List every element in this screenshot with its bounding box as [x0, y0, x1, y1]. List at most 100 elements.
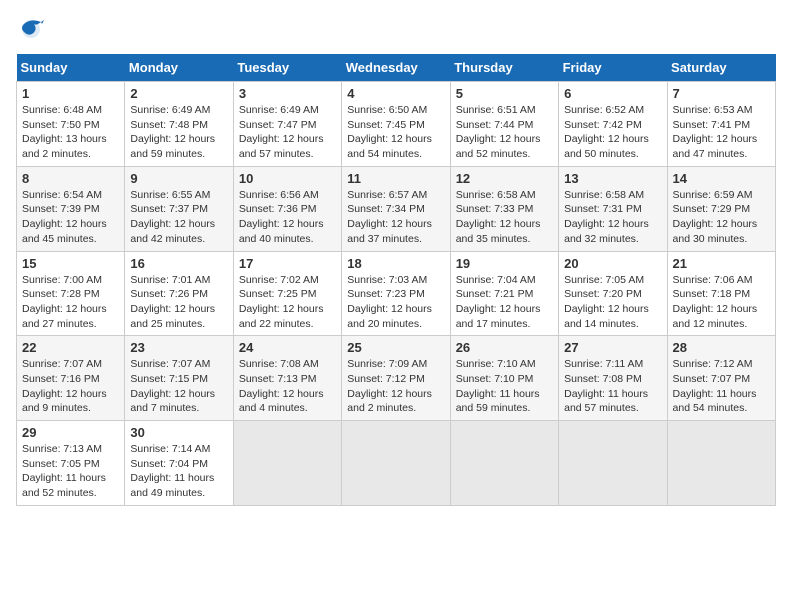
- day-info: Sunrise: 7:00 AMSunset: 7:28 PMDaylight:…: [22, 273, 119, 332]
- logo: [16, 16, 50, 44]
- day-number: 16: [130, 256, 227, 271]
- day-number: 13: [564, 171, 661, 186]
- calendar-cell: 18 Sunrise: 7:03 AMSunset: 7:23 PMDayligh…: [342, 251, 450, 336]
- weekday-header-saturday: Saturday: [667, 54, 775, 82]
- calendar-cell: 28 Sunrise: 7:12 AMSunset: 7:07 PMDayligh…: [667, 336, 775, 421]
- logo-bird-icon: [16, 16, 46, 44]
- calendar-cell: 10 Sunrise: 6:56 AMSunset: 7:36 PMDayligh…: [233, 166, 341, 251]
- calendar-cell: 15Sunrise: 7:00 AMSunset: 7:28 PMDayligh…: [17, 251, 125, 336]
- calendar-cell: 3 Sunrise: 6:49 AMSunset: 7:47 PMDaylight…: [233, 82, 341, 167]
- calendar-cell: 30 Sunrise: 7:14 AMSunset: 7:04 PMDayligh…: [125, 421, 233, 506]
- calendar-cell: 26 Sunrise: 7:10 AMSunset: 7:10 PMDayligh…: [450, 336, 558, 421]
- day-number: 3: [239, 86, 336, 101]
- calendar-cell: [342, 421, 450, 506]
- day-number: 24: [239, 340, 336, 355]
- day-info: Sunrise: 6:57 AMSunset: 7:34 PMDaylight:…: [347, 188, 444, 247]
- calendar-cell: 9 Sunrise: 6:55 AMSunset: 7:37 PMDaylight…: [125, 166, 233, 251]
- day-info: Sunrise: 7:05 AMSunset: 7:20 PMDaylight:…: [564, 273, 661, 332]
- day-number: 12: [456, 171, 553, 186]
- day-info: Sunrise: 7:13 AMSunset: 7:05 PMDaylight:…: [22, 442, 119, 501]
- day-number: 27: [564, 340, 661, 355]
- page-header: [16, 16, 776, 44]
- day-number: 2: [130, 86, 227, 101]
- calendar-cell: [667, 421, 775, 506]
- day-info: Sunrise: 6:55 AMSunset: 7:37 PMDaylight:…: [130, 188, 227, 247]
- day-info: Sunrise: 6:48 AMSunset: 7:50 PMDaylight:…: [22, 103, 119, 162]
- day-number: 30: [130, 425, 227, 440]
- day-info: Sunrise: 6:53 AMSunset: 7:41 PMDaylight:…: [673, 103, 770, 162]
- calendar-cell: 27 Sunrise: 7:11 AMSunset: 7:08 PMDayligh…: [559, 336, 667, 421]
- day-number: 8: [22, 171, 119, 186]
- day-number: 14: [673, 171, 770, 186]
- day-number: 5: [456, 86, 553, 101]
- day-info: Sunrise: 6:49 AMSunset: 7:47 PMDaylight:…: [239, 103, 336, 162]
- day-info: Sunrise: 7:04 AMSunset: 7:21 PMDaylight:…: [456, 273, 553, 332]
- day-info: Sunrise: 6:49 AMSunset: 7:48 PMDaylight:…: [130, 103, 227, 162]
- day-info: Sunrise: 6:56 AMSunset: 7:36 PMDaylight:…: [239, 188, 336, 247]
- calendar-cell: 11 Sunrise: 6:57 AMSunset: 7:34 PMDayligh…: [342, 166, 450, 251]
- calendar-cell: 13 Sunrise: 6:58 AMSunset: 7:31 PMDayligh…: [559, 166, 667, 251]
- calendar-cell: 16 Sunrise: 7:01 AMSunset: 7:26 PMDayligh…: [125, 251, 233, 336]
- day-number: 28: [673, 340, 770, 355]
- day-number: 10: [239, 171, 336, 186]
- day-number: 9: [130, 171, 227, 186]
- day-info: Sunrise: 6:59 AMSunset: 7:29 PMDaylight:…: [673, 188, 770, 247]
- calendar-cell: 1 Sunrise: 6:48 AMSunset: 7:50 PMDaylight…: [17, 82, 125, 167]
- weekday-header-friday: Friday: [559, 54, 667, 82]
- day-info: Sunrise: 7:03 AMSunset: 7:23 PMDaylight:…: [347, 273, 444, 332]
- weekday-header-wednesday: Wednesday: [342, 54, 450, 82]
- calendar-week-0: 1 Sunrise: 6:48 AMSunset: 7:50 PMDaylight…: [17, 82, 776, 167]
- calendar-cell: 29 Sunrise: 7:13 AMSunset: 7:05 PMDayligh…: [17, 421, 125, 506]
- day-number: 25: [347, 340, 444, 355]
- calendar-cell: [233, 421, 341, 506]
- day-number: 4: [347, 86, 444, 101]
- calendar-cell: 23Sunrise: 7:07 AMSunset: 7:15 PMDayligh…: [125, 336, 233, 421]
- calendar-cell: 19 Sunrise: 7:04 AMSunset: 7:21 PMDayligh…: [450, 251, 558, 336]
- calendar-week-2: 15Sunrise: 7:00 AMSunset: 7:28 PMDayligh…: [17, 251, 776, 336]
- calendar-cell: 4 Sunrise: 6:50 AMSunset: 7:45 PMDaylight…: [342, 82, 450, 167]
- day-info: Sunrise: 6:52 AMSunset: 7:42 PMDaylight:…: [564, 103, 661, 162]
- day-info: Sunrise: 7:06 AMSunset: 7:18 PMDaylight:…: [673, 273, 770, 332]
- calendar-cell: 20 Sunrise: 7:05 AMSunset: 7:20 PMDayligh…: [559, 251, 667, 336]
- weekday-header-monday: Monday: [125, 54, 233, 82]
- calendar-table: SundayMondayTuesdayWednesdayThursdayFrid…: [16, 54, 776, 506]
- calendar-cell: 17 Sunrise: 7:02 AMSunset: 7:25 PMDayligh…: [233, 251, 341, 336]
- calendar-week-1: 8 Sunrise: 6:54 AMSunset: 7:39 PMDaylight…: [17, 166, 776, 251]
- calendar-cell: 24 Sunrise: 7:08 AMSunset: 7:13 PMDayligh…: [233, 336, 341, 421]
- day-number: 11: [347, 171, 444, 186]
- day-info: Sunrise: 7:01 AMSunset: 7:26 PMDaylight:…: [130, 273, 227, 332]
- day-number: 26: [456, 340, 553, 355]
- day-info: Sunrise: 6:54 AMSunset: 7:39 PMDaylight:…: [22, 188, 119, 247]
- day-info: Sunrise: 7:02 AMSunset: 7:25 PMDaylight:…: [239, 273, 336, 332]
- day-info: Sunrise: 6:50 AMSunset: 7:45 PMDaylight:…: [347, 103, 444, 162]
- day-number: 29: [22, 425, 119, 440]
- day-number: 23: [130, 340, 227, 355]
- calendar-cell: 14 Sunrise: 6:59 AMSunset: 7:29 PMDayligh…: [667, 166, 775, 251]
- weekday-header-tuesday: Tuesday: [233, 54, 341, 82]
- calendar-cell: 21Sunrise: 7:06 AMSunset: 7:18 PMDayligh…: [667, 251, 775, 336]
- calendar-cell: 6Sunrise: 6:52 AMSunset: 7:42 PMDaylight…: [559, 82, 667, 167]
- day-number: 1: [22, 86, 119, 101]
- day-info: Sunrise: 7:10 AMSunset: 7:10 PMDaylight:…: [456, 357, 553, 416]
- calendar-cell: [450, 421, 558, 506]
- weekday-header-sunday: Sunday: [17, 54, 125, 82]
- day-number: 17: [239, 256, 336, 271]
- calendar-cell: 25 Sunrise: 7:09 AMSunset: 7:12 PMDayligh…: [342, 336, 450, 421]
- day-info: Sunrise: 7:11 AMSunset: 7:08 PMDaylight:…: [564, 357, 661, 416]
- day-info: Sunrise: 6:58 AMSunset: 7:31 PMDaylight:…: [564, 188, 661, 247]
- calendar-week-4: 29 Sunrise: 7:13 AMSunset: 7:05 PMDayligh…: [17, 421, 776, 506]
- calendar-cell: 7 Sunrise: 6:53 AMSunset: 7:41 PMDaylight…: [667, 82, 775, 167]
- calendar-cell: [559, 421, 667, 506]
- day-info: Sunrise: 7:14 AMSunset: 7:04 PMDaylight:…: [130, 442, 227, 501]
- calendar-cell: 8 Sunrise: 6:54 AMSunset: 7:39 PMDaylight…: [17, 166, 125, 251]
- calendar-cell: 22Sunrise: 7:07 AMSunset: 7:16 PMDayligh…: [17, 336, 125, 421]
- day-info: Sunrise: 7:08 AMSunset: 7:13 PMDaylight:…: [239, 357, 336, 416]
- day-info: Sunrise: 7:12 AMSunset: 7:07 PMDaylight:…: [673, 357, 770, 416]
- day-number: 19: [456, 256, 553, 271]
- day-number: 18: [347, 256, 444, 271]
- calendar-week-3: 22Sunrise: 7:07 AMSunset: 7:16 PMDayligh…: [17, 336, 776, 421]
- day-number: 7: [673, 86, 770, 101]
- day-number: 22: [22, 340, 119, 355]
- day-number: 20: [564, 256, 661, 271]
- day-info: Sunrise: 7:09 AMSunset: 7:12 PMDaylight:…: [347, 357, 444, 416]
